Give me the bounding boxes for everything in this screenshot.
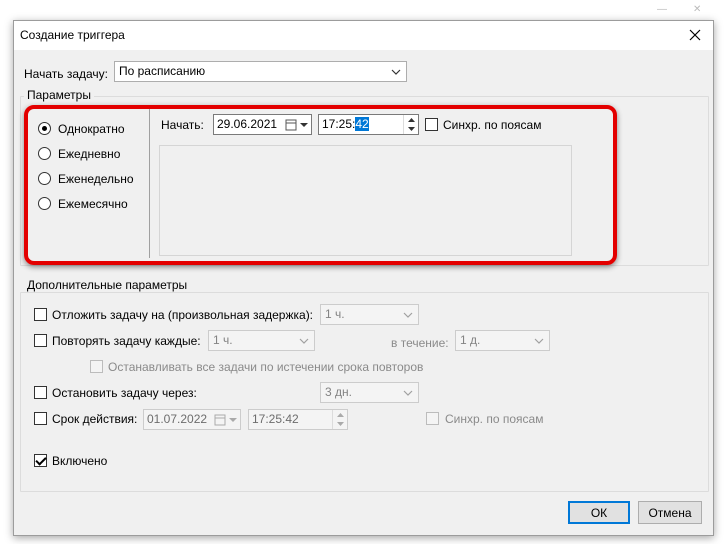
advanced-legend: Дополнительные параметры bbox=[24, 278, 191, 292]
chevron-down-icon bbox=[534, 338, 544, 344]
expire-sync-checkbox[interactable] bbox=[426, 412, 439, 425]
start-task-value: По расписанию bbox=[119, 64, 206, 78]
background-minimize-icon: — bbox=[657, 4, 667, 15]
parameters-divider bbox=[149, 108, 150, 258]
spin-down-button[interactable] bbox=[333, 419, 347, 428]
cancel-label: Отмена bbox=[648, 505, 692, 520]
parameters-legend: Параметры bbox=[24, 88, 94, 102]
radio-daily-label: Ежедневно bbox=[58, 147, 121, 161]
calendar-icon bbox=[285, 119, 308, 131]
expire-checkbox[interactable] bbox=[34, 412, 47, 425]
expire-time-value: 17:25:42 bbox=[252, 412, 299, 426]
stop-all-checkbox[interactable] bbox=[90, 360, 103, 373]
spin-down-button[interactable] bbox=[404, 124, 418, 133]
stop-all-label: Останавливать все задачи по истечении ср… bbox=[108, 360, 424, 374]
triangle-up-icon bbox=[336, 412, 344, 417]
chevron-down-icon bbox=[403, 312, 413, 318]
start-date-value: 29.06.2021 bbox=[217, 117, 278, 131]
start-task-select[interactable]: По расписанию bbox=[114, 61, 407, 82]
duration-label: в течение: bbox=[391, 336, 449, 350]
spin-up-button[interactable] bbox=[404, 115, 418, 124]
dialog-title: Создание триггера bbox=[20, 28, 125, 42]
background-close-icon: ✕ bbox=[693, 4, 702, 15]
radio-weekly[interactable] bbox=[38, 172, 51, 185]
enabled-label: Включено bbox=[52, 454, 108, 468]
radio-daily[interactable] bbox=[38, 147, 51, 160]
close-icon bbox=[689, 29, 701, 41]
delay-label: Отложить задачу на (произвольная задержк… bbox=[52, 308, 314, 322]
expire-date-picker[interactable]: 01.07.2022 bbox=[143, 409, 241, 430]
start-label: Начать: bbox=[161, 118, 204, 132]
radio-weekly-label: Еженедельно bbox=[58, 172, 134, 186]
stop-after-value: 3 дн. bbox=[325, 385, 352, 399]
stop-after-select[interactable]: 3 дн. bbox=[320, 382, 419, 403]
radio-monthly[interactable] bbox=[38, 197, 51, 210]
spin-up-button[interactable] bbox=[333, 410, 347, 419]
duration-select[interactable]: 1 д. bbox=[455, 330, 550, 351]
expire-date-value: 01.07.2022 bbox=[147, 412, 208, 426]
repeat-select[interactable]: 1 ч. bbox=[208, 330, 315, 351]
stop-after-checkbox[interactable] bbox=[34, 386, 47, 399]
recurrence-panel bbox=[159, 145, 572, 256]
triangle-up-icon bbox=[407, 117, 415, 122]
delay-checkbox[interactable] bbox=[34, 308, 47, 321]
expire-label: Срок действия: bbox=[52, 412, 138, 426]
repeat-checkbox[interactable] bbox=[34, 334, 47, 347]
delay-value: 1 ч. bbox=[325, 307, 345, 321]
create-trigger-dialog: Создание триггера Начать задачу: По расп… bbox=[13, 20, 714, 536]
chevron-down-icon bbox=[391, 69, 401, 75]
radio-once[interactable] bbox=[38, 122, 51, 135]
cancel-button[interactable]: Отмена bbox=[638, 501, 702, 524]
radio-once-label: Однократно bbox=[58, 122, 125, 136]
chevron-down-icon bbox=[403, 390, 413, 396]
calendar-icon bbox=[214, 414, 237, 426]
expire-time-spinner[interactable] bbox=[332, 410, 347, 429]
delay-select[interactable]: 1 ч. bbox=[320, 304, 419, 325]
stop-after-label: Остановить задачу через: bbox=[52, 386, 197, 400]
radio-monthly-label: Ежемесячно bbox=[58, 197, 128, 211]
duration-value: 1 д. bbox=[460, 333, 481, 347]
background-window: — ✕ bbox=[0, 0, 727, 20]
start-task-label: Начать задачу: bbox=[24, 67, 108, 81]
expire-time-input[interactable]: 17:25:42 bbox=[248, 409, 348, 430]
repeat-value: 1 ч. bbox=[213, 333, 233, 347]
start-time-spinner[interactable] bbox=[403, 115, 418, 134]
expire-sync-label: Синхр. по поясам bbox=[445, 412, 544, 426]
sync-timezone-label: Синхр. по поясам bbox=[443, 118, 542, 132]
chevron-down-icon bbox=[299, 338, 309, 344]
ok-label: ОК bbox=[590, 505, 608, 520]
sync-timezone-checkbox[interactable] bbox=[425, 118, 438, 131]
start-time-selected: 42 bbox=[355, 117, 369, 131]
close-button[interactable] bbox=[683, 23, 707, 47]
start-date-picker[interactable]: 29.06.2021 bbox=[213, 114, 312, 135]
triangle-down-icon bbox=[336, 421, 344, 426]
title-bar: Создание триггера bbox=[14, 21, 713, 50]
start-time-input[interactable]: 17:25:42 bbox=[318, 114, 419, 135]
start-time-prefix: 17:25: bbox=[322, 117, 356, 131]
enabled-checkbox[interactable] bbox=[34, 454, 47, 467]
ok-button[interactable]: ОК bbox=[568, 501, 630, 524]
repeat-label: Повторять задачу каждые: bbox=[52, 334, 201, 348]
triangle-down-icon bbox=[407, 126, 415, 131]
